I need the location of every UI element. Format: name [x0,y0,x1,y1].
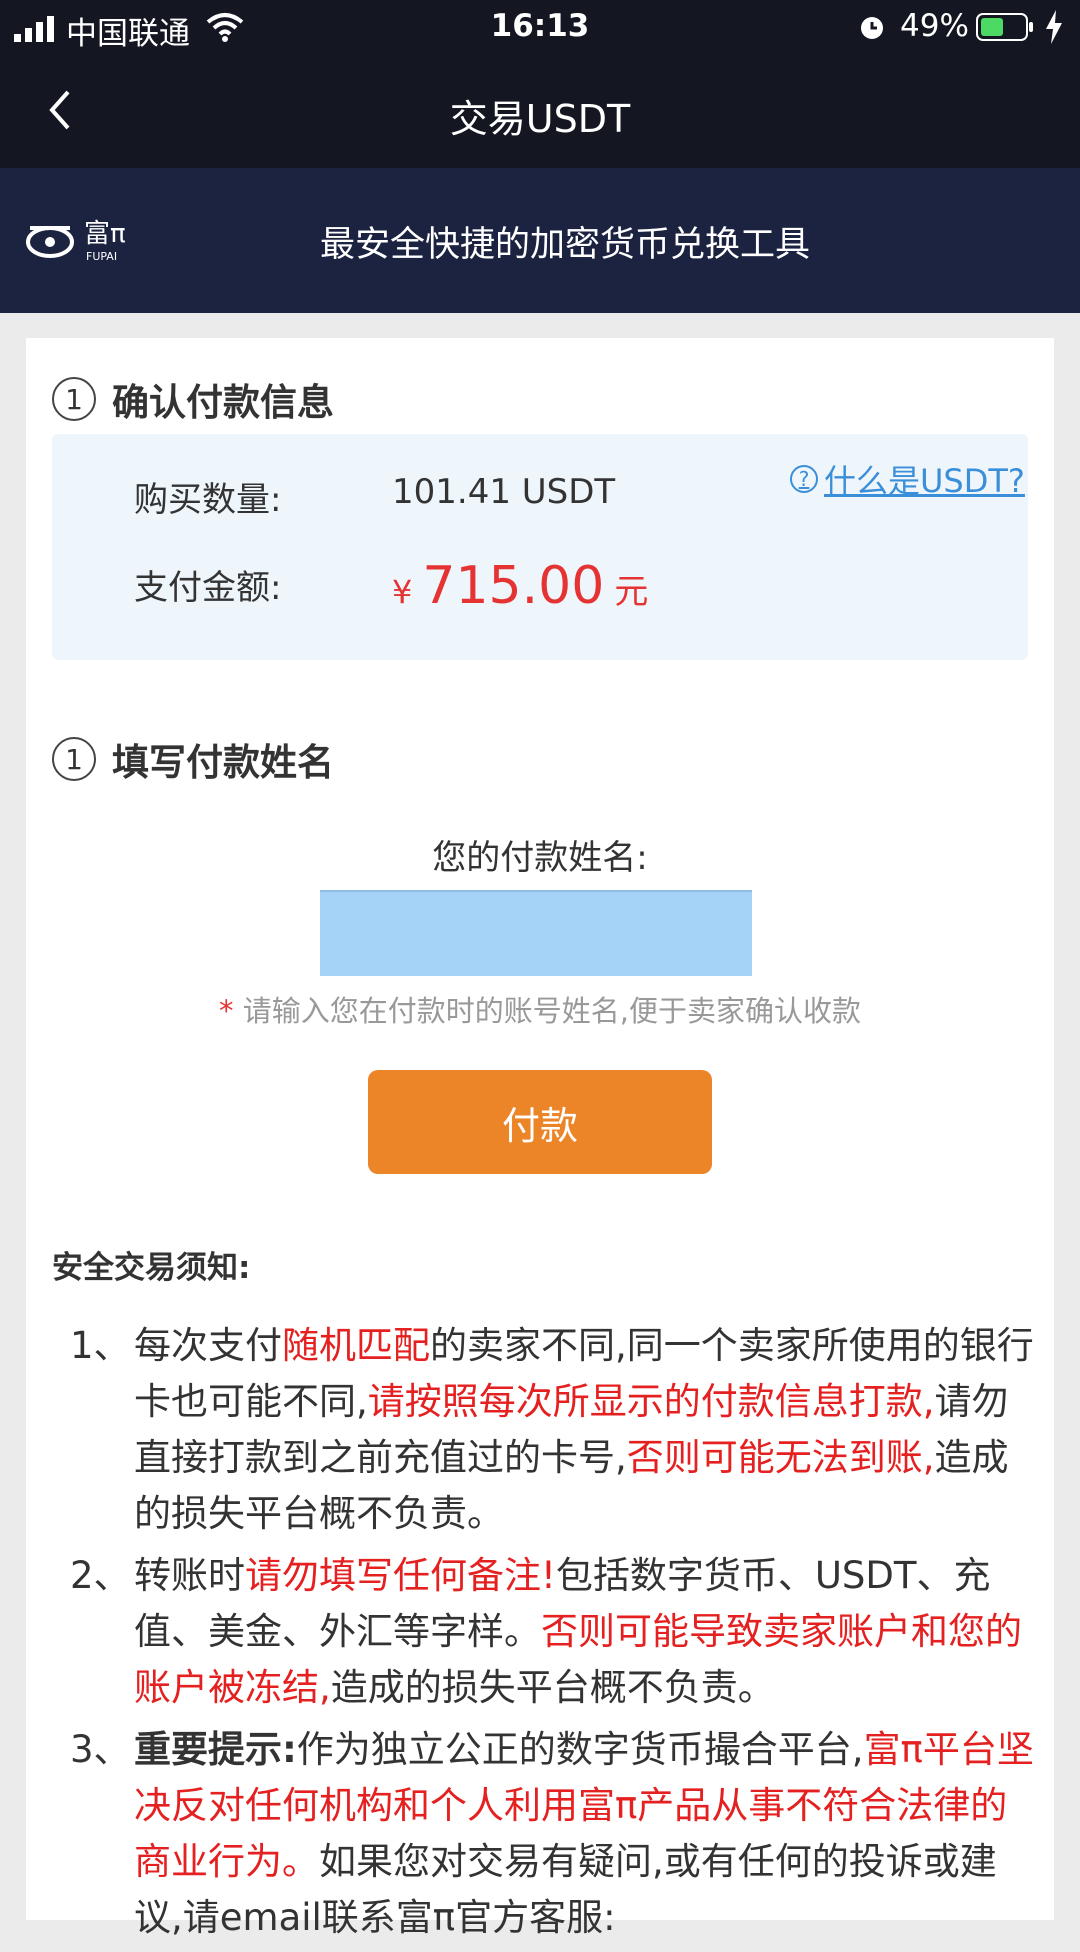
amount-label: 支付金额: [134,568,282,608]
step-number: 1 [52,737,96,781]
notice-item-text: 每次支付随机匹配的卖家不同,同一个卖家所使用的银行卡也可能不同,请按照每次所显示… [134,1318,1040,1542]
notice-list: 1、 每次支付随机匹配的卖家不同,同一个卖家所使用的银行卡也可能不同,请按照每次所… [70,1318,1040,1952]
notice-title: 安全交易须知: [52,1250,251,1286]
section-title: 确认付款信息 [112,381,334,424]
notice-text-segment: 请勿填写任何备注! [245,1554,556,1597]
battery-icon [976,13,1033,41]
notice-text-segment: 请按照每次所显示的付款信息打款, [367,1380,935,1423]
notice-item: 3、 重要提示:作为独立公正的数字货币撮合平台,富π平台坚决反对任何机构和个人利用… [70,1722,1040,1946]
notice-item-number: 3、 [70,1728,131,1771]
notice-text-segment: 随机匹配 [282,1324,430,1367]
quantity-label: 购买数量: [134,480,282,520]
status-bar: 中国联通 16:13 49% [0,0,1080,56]
section-name-header: 1 填写付款姓名 [52,732,334,786]
amount-display: ¥ 715.00 元 [392,556,648,616]
top-bar: 中国联通 16:13 49% 交易USDT [0,0,1080,168]
notice-text-segment: 作为独立公正的数字货币撮合平台, [296,1728,864,1771]
pay-button[interactable]: 付款 [368,1070,712,1174]
alarm-icon [861,17,883,39]
notice-item: 2、 转账时请勿填写任何备注!包括数字货币、USDT、充值、美金、外汇等字样。否则… [70,1548,1040,1716]
notice-text-segment: 转账时 [134,1554,245,1597]
notice-text-segment: 每次支付 [134,1324,282,1367]
amount-value: 715.00 [422,556,605,616]
payment-info-box: 购买数量: 101.41 USDT ? 什么是USDT? 支付金额: ¥ 715… [52,434,1028,660]
section-confirm-header: 1 确认付款信息 [52,372,334,426]
main-card: 1 确认付款信息 购买数量: 101.41 USDT ? 什么是USDT? 支付… [26,338,1054,1939]
page-title: 交易USDT [449,97,631,141]
quantity-value: 101.41 USDT [392,472,616,512]
currency-symbol: ¥ [392,573,413,611]
notice-text-segment: 否则可能无法到账, [626,1436,935,1479]
payer-name-input[interactable] [320,890,752,976]
what-is-usdt-link[interactable]: ? 什么是USDT? [790,456,1025,502]
brand-banner: 富π FUPAI 最安全快捷的加密货币兑换工具 [0,168,1080,313]
charging-icon [1046,10,1062,44]
amount-unit: 元 [614,572,649,612]
notice-item-text: 转账时请勿填写任何备注!包括数字货币、USDT、充值、美金、外汇等字样。否则可能… [134,1548,1040,1716]
help-icon: ? [790,465,818,493]
hint-text: 请输入您在付款时的账号姓名,便于卖家确认收款 [242,994,861,1028]
notice-text-segment: 造成的损失平台概不负责。 [330,1666,775,1709]
battery-percent: 49% [900,8,969,44]
step-number: 1 [52,377,96,421]
notice-item-number: 2、 [70,1554,131,1597]
payer-name-label: 您的付款姓名: [432,838,648,878]
section-title: 填写付款姓名 [112,741,334,784]
required-star: * [219,994,234,1028]
payer-name-hint: * 请输入您在付款时的账号姓名,便于卖家确认收款 [26,988,1054,1030]
banner-tagline: 最安全快捷的加密货币兑换工具 [319,225,810,265]
notice-text-segment: 重要提示: [134,1728,297,1771]
what-is-usdt-label: 什么是USDT? [824,462,1025,500]
notice-item-text: 重要提示:作为独立公正的数字货币撮合平台,富π平台坚决反对任何机构和个人利用富π… [134,1722,1040,1946]
notice-item: 1、 每次支付随机匹配的卖家不同,同一个卖家所使用的银行卡也可能不同,请按照每次所… [70,1318,1040,1542]
notice-item-number: 1、 [70,1324,131,1367]
